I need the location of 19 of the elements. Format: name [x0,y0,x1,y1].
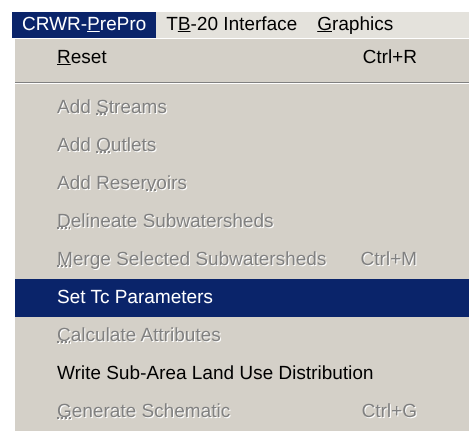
menu-title[interactable]: TB-20 Interface [156,12,308,38]
menu-item-label: Add Streams [57,96,167,120]
menu-item[interactable]: Reset Ctrl+R [15,39,469,77]
menu-title[interactable]: Graphics [307,12,404,38]
menu-item[interactable]: Write Sub-Area Land Use Distribution [15,355,469,393]
menu-item-label: Delineate Subwatersheds [57,210,274,234]
menu-title[interactable]: CRWR-PrePro [12,12,156,38]
menu-item-label: Reset [57,46,107,70]
shortcut-label: Ctrl+R [362,46,418,70]
menu-item-label: Add Outlets [57,134,156,158]
menu-item-label: Set Tc Parameters [57,286,213,310]
menu-item-label: Add Reservoirs [57,172,187,196]
menu-item-label: Write Sub-Area Land Use Distribution [57,362,374,386]
menu-item-label: Calculate Attributes [57,324,221,348]
menu-item-label: Generate Schematic [57,400,230,424]
shortcut-label: Ctrl+M [360,248,418,272]
menu-item[interactable]: Set Tc Parameters [15,279,469,317]
shortcut-label: Ctrl+G [362,400,418,424]
menu-item-label: Merge Selected Subwatersheds [57,248,326,272]
